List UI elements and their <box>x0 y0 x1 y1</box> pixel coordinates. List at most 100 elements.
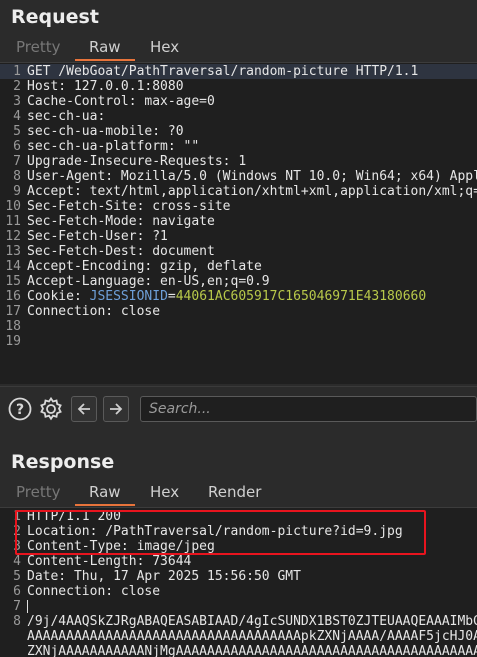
request-editor[interactable]: 1 GET /WebGoat/PathTraversal/random-pictu… <box>0 62 477 384</box>
tab-hex[interactable]: Hex <box>150 479 179 505</box>
line-text: Host: 127.0.0.1:8080 <box>27 79 184 94</box>
code-line: 9 Accept: text/html,application/xhtml+xml… <box>0 184 477 199</box>
code-line: 4 Content-Length: 73644 <box>0 554 477 569</box>
highlight-annotation-box <box>15 510 426 555</box>
line-text: Sec-Fetch-User: ?1 <box>27 229 168 244</box>
code-line: 7 Upgrade-Insecure-Requests: 1 <box>0 154 477 169</box>
code-line: AAAAAAAAAAAAAAAAAAAAAAAAAAAAAAAAAAApkZXN… <box>0 629 477 644</box>
arrow-right-icon[interactable] <box>103 396 129 422</box>
tab-pretty[interactable]: Pretty <box>16 479 61 505</box>
code-line: 7 <box>0 599 477 614</box>
cookie-line: 16 Cookie: JSESSIONID=44061AC605917C16504… <box>0 289 477 304</box>
line-text: sec-ch-ua-platform: "" <box>27 139 200 154</box>
code-line: 17 Connection: close <box>0 304 477 319</box>
line-number: 14 <box>5 259 21 274</box>
line-number: 17 <box>5 304 21 319</box>
code-line: 10 Sec-Fetch-Site: cross-site <box>0 199 477 214</box>
line-number: 4 <box>13 109 21 124</box>
code-line: 8 User-Agent: Mozilla/5.0 (Windows NT 10.… <box>0 169 477 184</box>
question-circle-icon[interactable]: ? <box>7 396 33 422</box>
line-text: Sec-Fetch-Dest: document <box>27 244 215 259</box>
code-line: 4 sec-ch-ua: <box>0 109 477 124</box>
line-text: Sec-Fetch-Site: cross-site <box>27 199 231 214</box>
line-number: 7 <box>13 599 21 614</box>
line-text: Cache-Control: max-age=0 <box>27 94 215 109</box>
response-editor[interactable]: 1 HTTP/1.1 200 2 Location: /PathTraversal/… <box>0 507 477 657</box>
line-number: 4 <box>13 554 21 569</box>
tab-render[interactable]: Render <box>208 479 261 505</box>
code-line: 11 Sec-Fetch-Mode: navigate <box>0 214 477 229</box>
tab-hex[interactable]: Hex <box>150 34 179 60</box>
line-number: 5 <box>13 124 21 139</box>
line-number: 7 <box>13 154 21 169</box>
code-line: 6 sec-ch-ua-platform: "" <box>0 139 477 154</box>
line-number: 6 <box>13 584 21 599</box>
code-line: 13 Sec-Fetch-Dest: document <box>0 244 477 259</box>
line-text: Accept-Language: en-US,en;q=0.9 <box>27 274 270 289</box>
line-text: Accept-Encoding: gzip, deflate <box>27 259 262 274</box>
code-line: 14 Accept-Encoding: gzip, deflate <box>0 259 477 274</box>
line-number: 16 <box>5 289 21 304</box>
line-number: 8 <box>13 169 21 184</box>
line-text: Sec-Fetch-Mode: navigate <box>27 214 215 229</box>
code-line: 3 Cache-Control: max-age=0 <box>0 94 477 109</box>
line-text: Cookie: JSESSIONID=44061AC605917C1650469… <box>27 289 426 304</box>
line-number: 2 <box>13 79 21 94</box>
line-number: 19 <box>5 334 21 349</box>
code-line: 2 Host: 127.0.0.1:8080 <box>0 79 477 94</box>
cookie-eq: = <box>167 289 176 304</box>
request-tabs: Pretty Raw Hex <box>0 34 477 61</box>
line-text: GET /WebGoat/PathTraversal/random-pictur… <box>27 64 419 79</box>
line-text: Accept: text/html,application/xhtml+xml,… <box>27 184 477 199</box>
line-text: sec-ch-ua-mobile: ?0 <box>27 124 184 139</box>
line-text: Connection: close <box>27 584 161 599</box>
code-line: 5 sec-ch-ua-mobile: ?0 <box>0 124 477 139</box>
code-line: 15 Accept-Language: en-US,en;q=0.9 <box>0 274 477 289</box>
line-number: 5 <box>13 569 21 584</box>
cookie-prefix: Cookie: <box>27 289 90 304</box>
svg-text:?: ? <box>16 402 24 418</box>
line-text: sec-ch-ua: <box>27 109 106 124</box>
code-line: 6 Connection: close <box>0 584 477 599</box>
request-title: Request <box>11 6 99 28</box>
response-title: Response <box>11 451 115 473</box>
code-line: ZXNjAAAAAAAAAAANjMgAAAAAAAAAAAAAAAAAAAAA… <box>0 644 477 657</box>
line-number: 15 <box>5 274 21 289</box>
line-number: 8 <box>13 614 21 629</box>
code-line: 19 <box>0 334 477 349</box>
request-toolbar: ? <box>0 386 477 430</box>
code-line: 1 GET /WebGoat/PathTraversal/random-pictu… <box>0 64 477 79</box>
line-text: User-Agent: Mozilla/5.0 (Windows NT 10.0… <box>27 169 477 184</box>
tab-pretty[interactable]: Pretty <box>16 34 61 60</box>
line-number: 9 <box>13 184 21 199</box>
cookie-name: JSESSIONID <box>89 289 168 304</box>
line-text: Connection: close <box>27 304 161 319</box>
line-number: 6 <box>13 139 21 154</box>
line-number: 1 <box>13 64 21 79</box>
response-tabs: Pretty Raw Hex Render <box>0 479 477 506</box>
code-line: 12 Sec-Fetch-User: ?1 <box>0 229 477 244</box>
tab-raw[interactable]: Raw <box>75 34 134 61</box>
search-input[interactable] <box>149 401 476 417</box>
tab-raw[interactable]: Raw <box>75 479 134 506</box>
line-number: 12 <box>5 229 21 244</box>
line-text: Content-Length: 73644 <box>27 554 192 569</box>
line-text: AAAAAAAAAAAAAAAAAAAAAAAAAAAAAAAAAAApkZXN… <box>27 629 477 644</box>
line-number: 13 <box>5 244 21 259</box>
line-text: ZXNjAAAAAAAAAAANjMgAAAAAAAAAAAAAAAAAAAAA… <box>27 644 477 657</box>
line-text: /9j/4AAQSkZJRgABAQEASABIAAD/4gIcSUNDX1BS… <box>27 614 477 629</box>
request-panel: Request Pretty Raw Hex 1 GET /WebGoat/Pat… <box>0 0 477 440</box>
line-text: Date: Thu, 17 Apr 2025 15:56:50 GMT <box>27 569 301 584</box>
line-number: 11 <box>5 214 21 229</box>
gear-icon[interactable] <box>38 396 64 422</box>
code-line: 5 Date: Thu, 17 Apr 2025 15:56:50 GMT <box>0 569 477 584</box>
search-box <box>140 396 477 422</box>
arrow-left-icon[interactable] <box>71 396 97 422</box>
cookie-value: 44061AC605917C165046971E43180660 <box>175 289 427 304</box>
line-number: 10 <box>5 199 21 214</box>
line-number: 3 <box>13 94 21 109</box>
text-cursor <box>27 600 28 613</box>
code-line: 18 <box>0 319 477 334</box>
line-number: 18 <box>5 319 21 334</box>
line-text: Upgrade-Insecure-Requests: 1 <box>27 154 247 169</box>
